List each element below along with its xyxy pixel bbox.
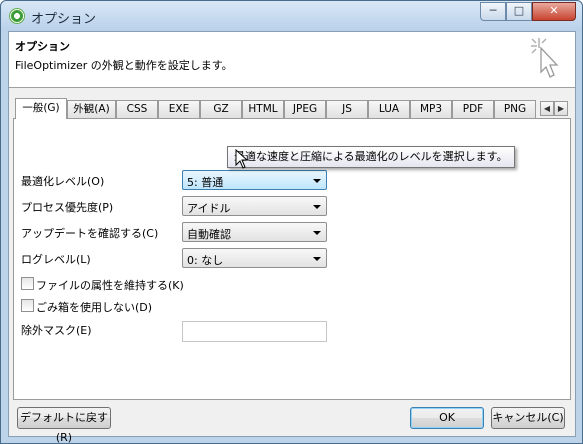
tab-html[interactable]: HTML [242, 100, 284, 118]
keep-attributes-label[interactable]: ファイルの属性を維持する(K) [36, 277, 184, 293]
process-priority-value: アイドル [187, 202, 231, 215]
log-level-label: ログレベル(L) [21, 253, 91, 266]
tab-general[interactable]: 一般(G) [15, 98, 67, 119]
tab-png[interactable]: PNG [494, 100, 536, 118]
dialog-client-area: オプション FileOptimizer の外観と動作を設定します。 一般(G) … [8, 31, 576, 444]
cursor-sparkle-icon [531, 38, 559, 78]
tab-gz[interactable]: GZ [200, 100, 242, 118]
log-level-select[interactable]: 0: なし [182, 248, 327, 268]
close-button[interactable]: ✕ [532, 2, 576, 21]
tab-jpeg[interactable]: JPEG [284, 100, 326, 118]
tab-exe[interactable]: EXE [158, 100, 200, 118]
check-updates-select[interactable]: 自動確認 [182, 222, 327, 242]
tab-scroll-right-button[interactable]: ▶ [554, 101, 568, 116]
optimization-level-value: 5: 普通 [187, 176, 224, 189]
check-updates-label: アップデートを確認する(C) [21, 227, 159, 240]
tab-appearance[interactable]: 外観(A) [67, 100, 116, 118]
tab-js[interactable]: JS [326, 100, 368, 118]
restore-defaults-button[interactable]: デフォルトに戻す(R) [17, 407, 111, 444]
app-icon [9, 8, 25, 24]
title-bar[interactable]: オプション ─ □ ✕ [1, 1, 582, 31]
dialog-header: オプション FileOptimizer の外観と動作を設定します。 [9, 32, 575, 88]
window-title: オプション [31, 12, 97, 27]
options-window: オプション ─ □ ✕ オプション FileOptimizer の外観と動作を設… [0, 0, 583, 444]
header-description: FileOptimizer の外観と動作を設定します。 [15, 59, 233, 72]
cancel-button[interactable]: キャンセル(C) [491, 407, 565, 429]
tab-pdf[interactable]: PDF [452, 100, 494, 118]
chevron-down-icon [313, 179, 321, 183]
exclude-mask-label: 除外マスク(E) [21, 324, 92, 337]
check-updates-value: 自動確認 [187, 228, 231, 241]
header-title: オプション [15, 40, 70, 53]
ok-button[interactable]: OK [410, 407, 484, 429]
optimization-level-tooltip: 最適な速度と圧縮による最適化のレベルを選択します。 [227, 146, 515, 168]
log-level-value: 0: なし [187, 254, 224, 267]
chevron-down-icon [313, 231, 321, 235]
chevron-down-icon [313, 205, 321, 209]
tab-css[interactable]: CSS [116, 100, 158, 118]
optimization-level-select[interactable]: 5: 普通 [182, 170, 327, 190]
exclude-mask-input[interactable] [182, 321, 327, 342]
process-priority-select[interactable]: アイドル [182, 196, 327, 216]
tab-mp3[interactable]: MP3 [410, 100, 452, 118]
no-recycle-bin-label[interactable]: ごみ箱を使用しない(D) [36, 299, 152, 315]
tab-lua[interactable]: LUA [368, 100, 410, 118]
minimize-button[interactable]: ─ [480, 2, 506, 21]
process-priority-label: プロセス優先度(P) [21, 201, 114, 214]
chevron-down-icon [313, 257, 321, 261]
tab-bar: 一般(G) 外観(A) CSS EXE GZ HTML JPEG JS LUA … [13, 98, 571, 119]
keep-attributes-checkbox[interactable] [21, 277, 34, 290]
mouse-pointer-icon [235, 149, 249, 169]
tab-scroll-left-button[interactable]: ◀ [540, 101, 554, 116]
maximize-button[interactable]: □ [506, 2, 532, 21]
optimization-level-label: 最適化レベル(O) [21, 175, 105, 188]
no-recycle-bin-checkbox[interactable] [21, 299, 34, 312]
